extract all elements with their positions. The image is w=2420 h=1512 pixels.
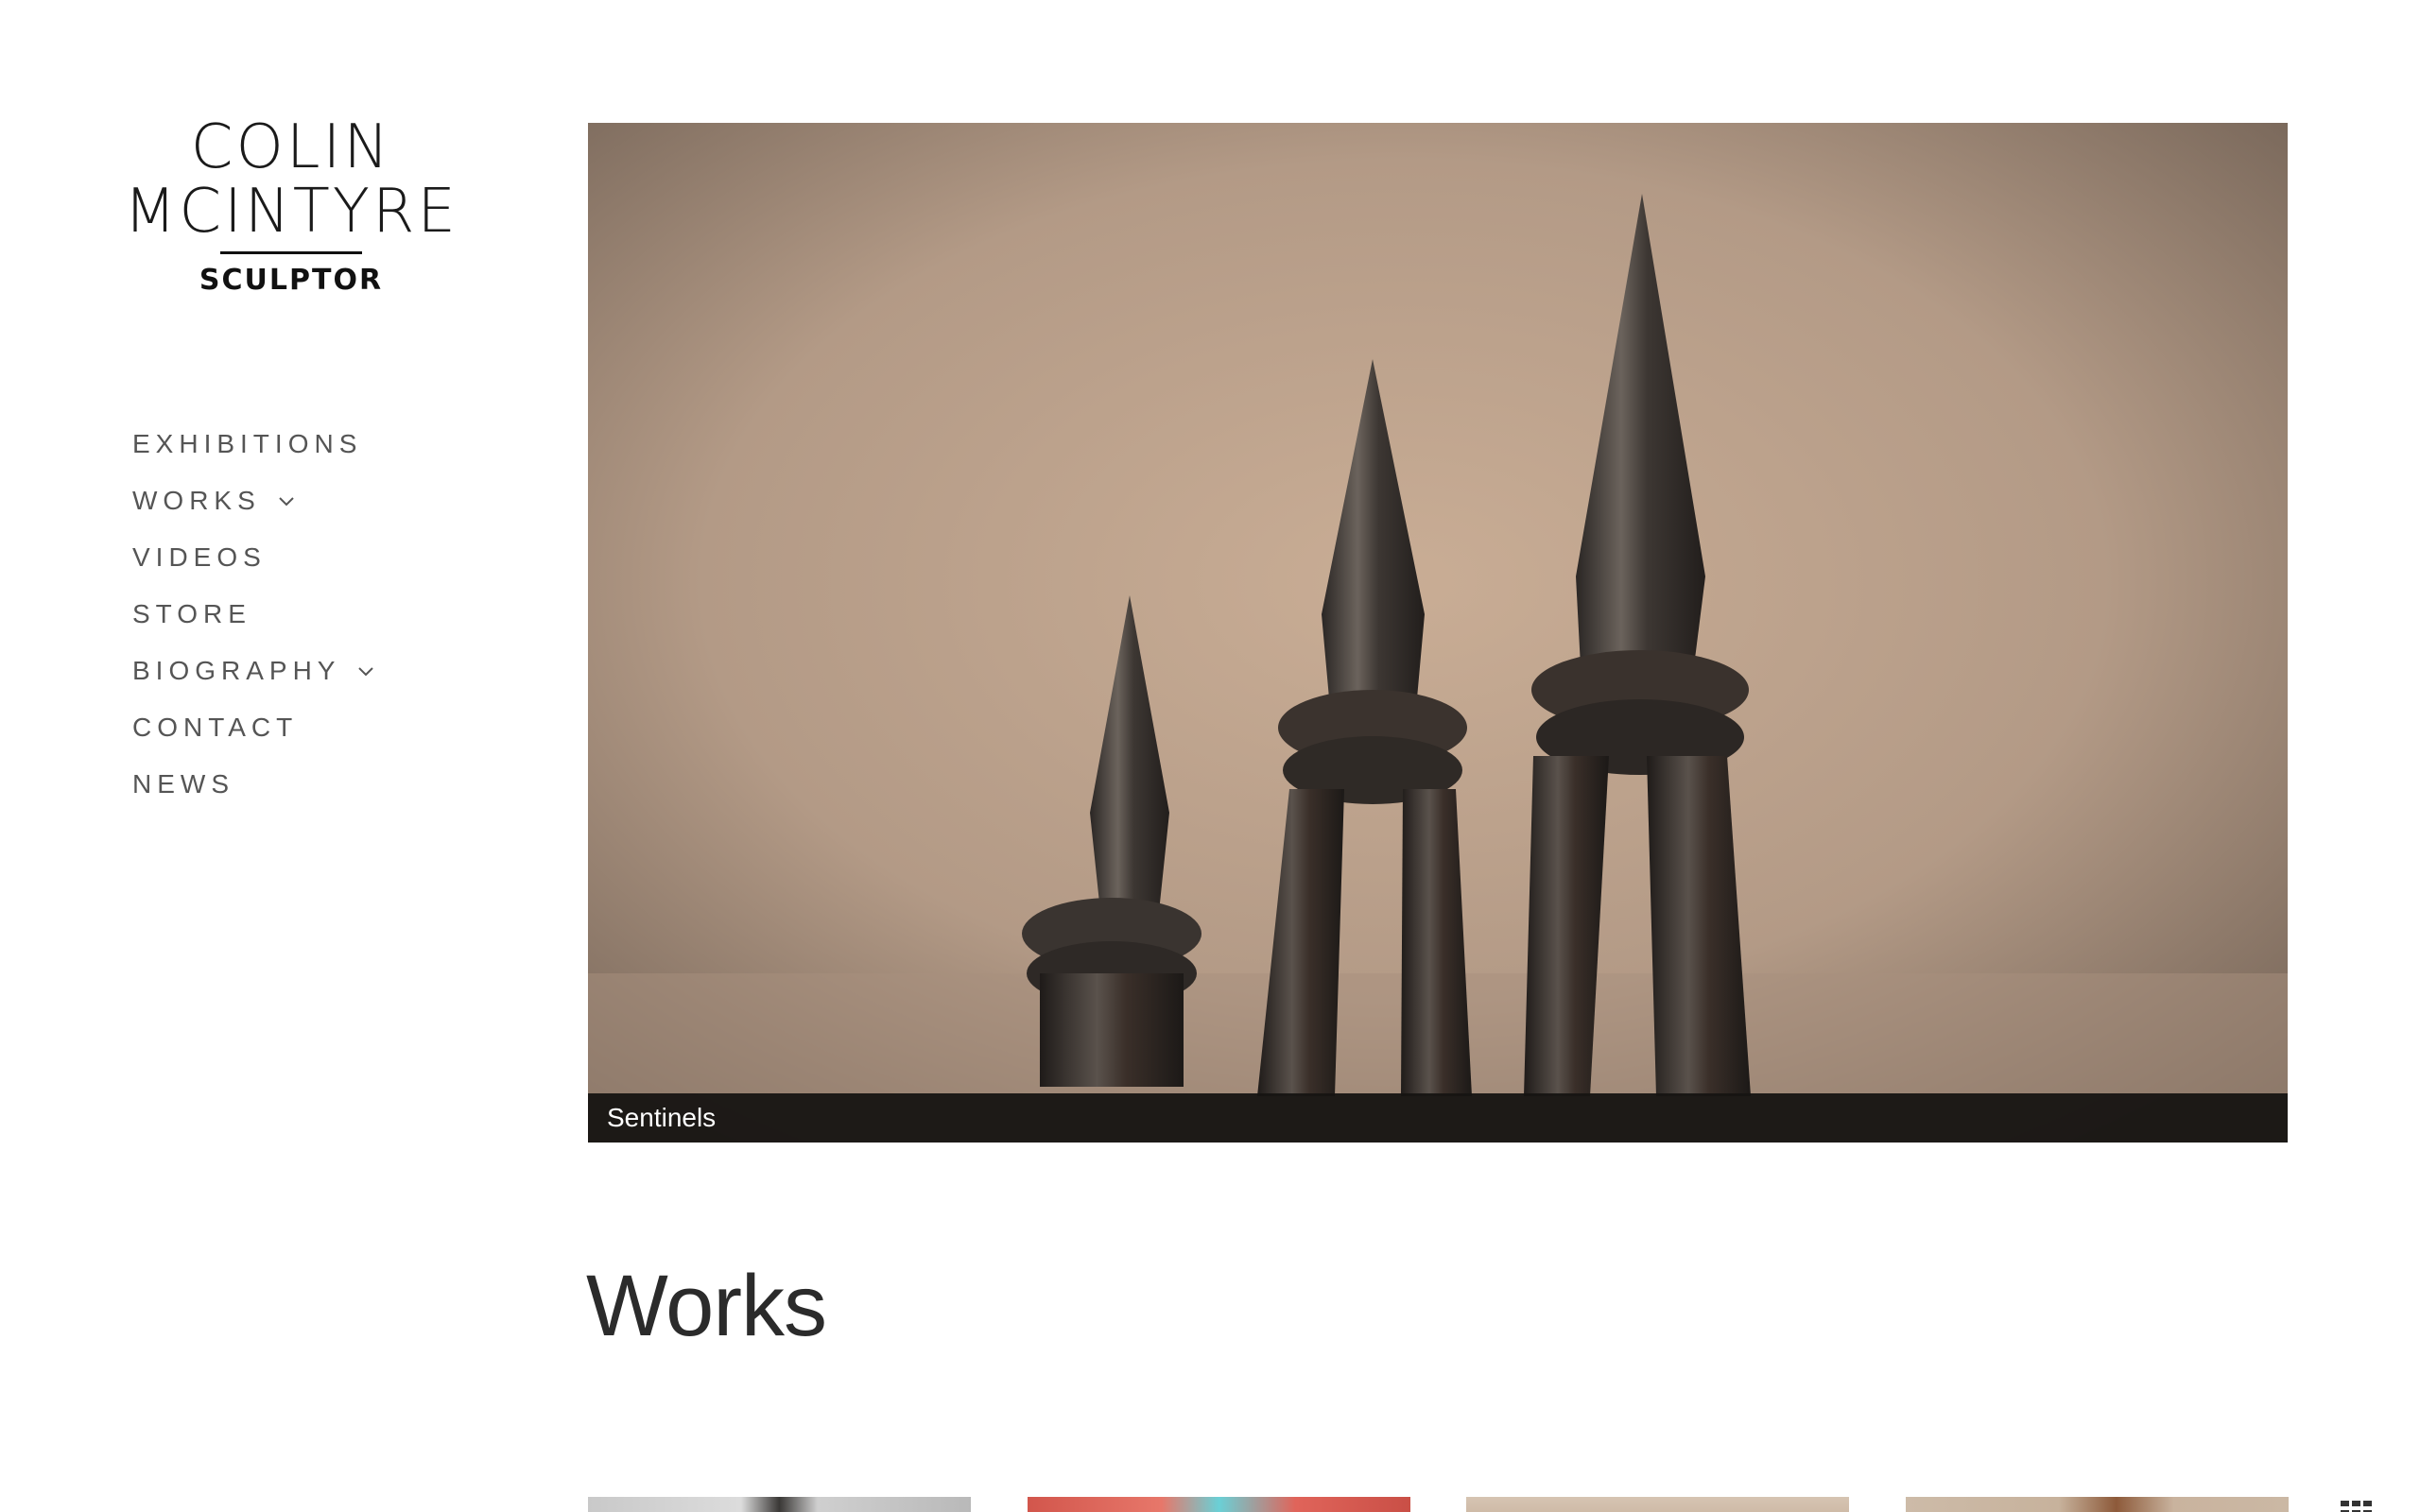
nav-item-label: EXHIBITIONS: [132, 429, 363, 458]
nav-item-label: CONTACT: [132, 713, 299, 742]
nav-item-videos[interactable]: VIDEOS: [132, 529, 376, 586]
work-thumbnail[interactable]: [1466, 1497, 1849, 1512]
work-thumbnail[interactable]: [588, 1497, 971, 1512]
chevron-down-icon: [279, 497, 294, 507]
logo-subtitle: SCULPTOR: [199, 264, 384, 297]
logo-line-2: MCINTYRE: [124, 177, 458, 247]
page-title: Works: [586, 1258, 827, 1354]
nav-item-works[interactable]: WORKS: [132, 472, 376, 529]
site-logo[interactable]: COLIN MCINTYRE SCULPTOR: [112, 115, 471, 297]
chevron-down-icon: [358, 667, 374, 677]
nav-item-contact[interactable]: CONTACT: [132, 699, 376, 756]
nav-item-store[interactable]: STORE: [132, 586, 376, 643]
logo-divider: [220, 251, 362, 254]
nav-item-label: WORKS: [132, 486, 261, 515]
nav-item-biography[interactable]: BIOGRAPHY: [132, 643, 376, 699]
main-nav: EXHIBITIONS WORKS VIDEOS STORE BIOGRAPHY…: [132, 416, 376, 813]
grid-icon[interactable]: [2339, 1499, 2375, 1512]
nav-item-label: NEWS: [132, 769, 234, 799]
nav-item-label: STORE: [132, 599, 251, 628]
slide-caption: Sentinels: [607, 1103, 717, 1132]
work-thumbnail[interactable]: [1028, 1497, 1410, 1512]
nav-item-label: BIOGRAPHY: [132, 656, 341, 685]
slide-caption-bar: Sentinels: [588, 1093, 2288, 1143]
work-thumbnail[interactable]: [1906, 1497, 2289, 1512]
hero-image: [588, 123, 2288, 1143]
nav-item-news[interactable]: NEWS: [132, 756, 376, 813]
nav-item-label: VIDEOS: [132, 542, 267, 572]
hero-slideshow[interactable]: Sentinels: [588, 123, 2288, 1143]
page: COLIN MCINTYRE SCULPTOR EXHIBITIONS WORK…: [0, 0, 2420, 1512]
logo-line-1: COLIN: [190, 112, 392, 182]
nav-item-exhibitions[interactable]: EXHIBITIONS: [132, 416, 376, 472]
